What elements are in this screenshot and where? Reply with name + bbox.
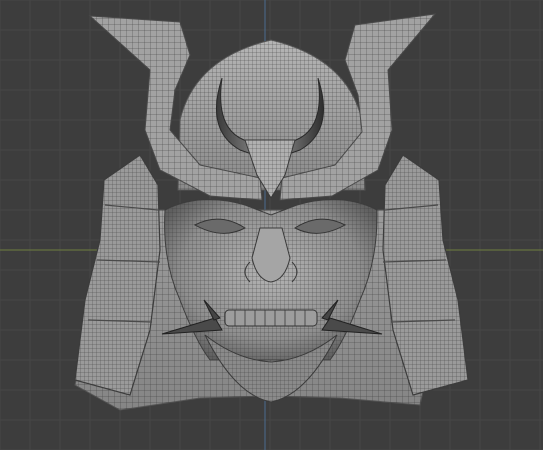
teeth: [224, 309, 318, 327]
viewport-canvas[interactable]: [0, 0, 543, 450]
mesh-object[interactable]: [74, 13, 469, 411]
3d-viewport[interactable]: [0, 0, 543, 450]
